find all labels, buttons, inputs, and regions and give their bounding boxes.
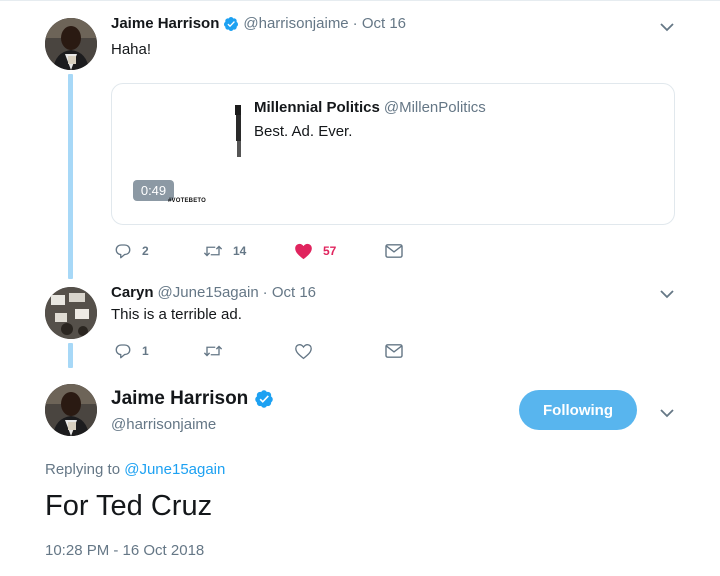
tweet-text: Haha! xyxy=(111,41,152,58)
retweet-button[interactable]: 14 xyxy=(203,242,246,260)
quoted-handle[interactable]: @MillenPolitics xyxy=(384,99,486,116)
user-handle[interactable]: @harrisonjaime xyxy=(243,15,348,32)
tweet-text: This is a terrible ad. xyxy=(111,306,242,323)
heart-icon xyxy=(295,243,312,260)
avatar-photo xyxy=(45,384,97,436)
heart-icon[interactable] xyxy=(294,342,313,360)
reply-icon xyxy=(115,344,131,359)
retweet-icon xyxy=(203,245,223,257)
thread-line xyxy=(68,74,73,279)
chevron-down-icon[interactable] xyxy=(660,22,674,32)
avatar[interactable] xyxy=(45,18,97,70)
reply-button[interactable]: 1 xyxy=(114,342,149,360)
avatar-photo xyxy=(45,287,97,339)
quoted-header: Millennial Politics @MillenPolitics xyxy=(254,99,486,116)
tweet-header: Jaime Harrison @harrisonjaime · Oct 16 xyxy=(111,15,406,32)
display-name[interactable]: Caryn xyxy=(111,284,154,301)
chevron-down-icon[interactable] xyxy=(660,289,674,299)
like-button[interactable]: 57 xyxy=(294,242,336,260)
replying-to: Replying to @June15again xyxy=(45,461,225,478)
video-watermark: #VOTEBETO xyxy=(168,198,207,204)
following-button[interactable]: Following xyxy=(519,390,637,430)
retweet-count: 14 xyxy=(233,244,247,258)
direct-message-icon[interactable] xyxy=(385,243,403,259)
display-name[interactable]: Jaime Harrison xyxy=(111,388,248,410)
tweet-date[interactable]: · Oct 16 xyxy=(263,284,316,301)
thread-line xyxy=(68,343,73,368)
tweet-timestamp[interactable]: 10:28 PM - 16 Oct 2018 xyxy=(45,542,204,559)
video-thumbnail[interactable] xyxy=(233,105,241,157)
reply-count: 2 xyxy=(142,244,149,258)
reply-count: 1 xyxy=(142,344,149,358)
replying-to-link[interactable]: @June15again xyxy=(124,461,225,478)
main-tweet-text: For Ted Cruz xyxy=(45,490,213,522)
reply-button[interactable]: 2 xyxy=(114,242,149,260)
tweet-date[interactable]: · Oct 16 xyxy=(353,15,406,32)
avatar[interactable] xyxy=(45,384,97,436)
tweet-header: Caryn @June15again · Oct 16 xyxy=(111,284,316,301)
retweet-icon[interactable] xyxy=(203,342,223,360)
user-handle[interactable]: @June15again xyxy=(158,284,259,301)
avatar-photo xyxy=(45,18,97,70)
direct-message-icon[interactable] xyxy=(385,343,403,359)
replying-to-label: Replying to xyxy=(45,461,121,478)
verified-badge-icon xyxy=(224,16,239,31)
display-name[interactable]: Jaime Harrison xyxy=(111,15,219,32)
quoted-display-name[interactable]: Millennial Politics xyxy=(254,99,380,116)
reply-icon xyxy=(115,244,131,259)
quoted-text: Best. Ad. Ever. xyxy=(254,123,353,140)
like-count: 57 xyxy=(323,244,337,258)
top-divider xyxy=(0,0,720,1)
avatar[interactable] xyxy=(45,287,97,339)
main-tweet-header: Jaime Harrison xyxy=(111,388,274,410)
user-handle[interactable]: @harrisonjaime xyxy=(111,416,216,433)
verified-badge-icon xyxy=(255,390,274,408)
chevron-down-icon[interactable] xyxy=(660,408,674,418)
video-figure xyxy=(235,105,241,157)
